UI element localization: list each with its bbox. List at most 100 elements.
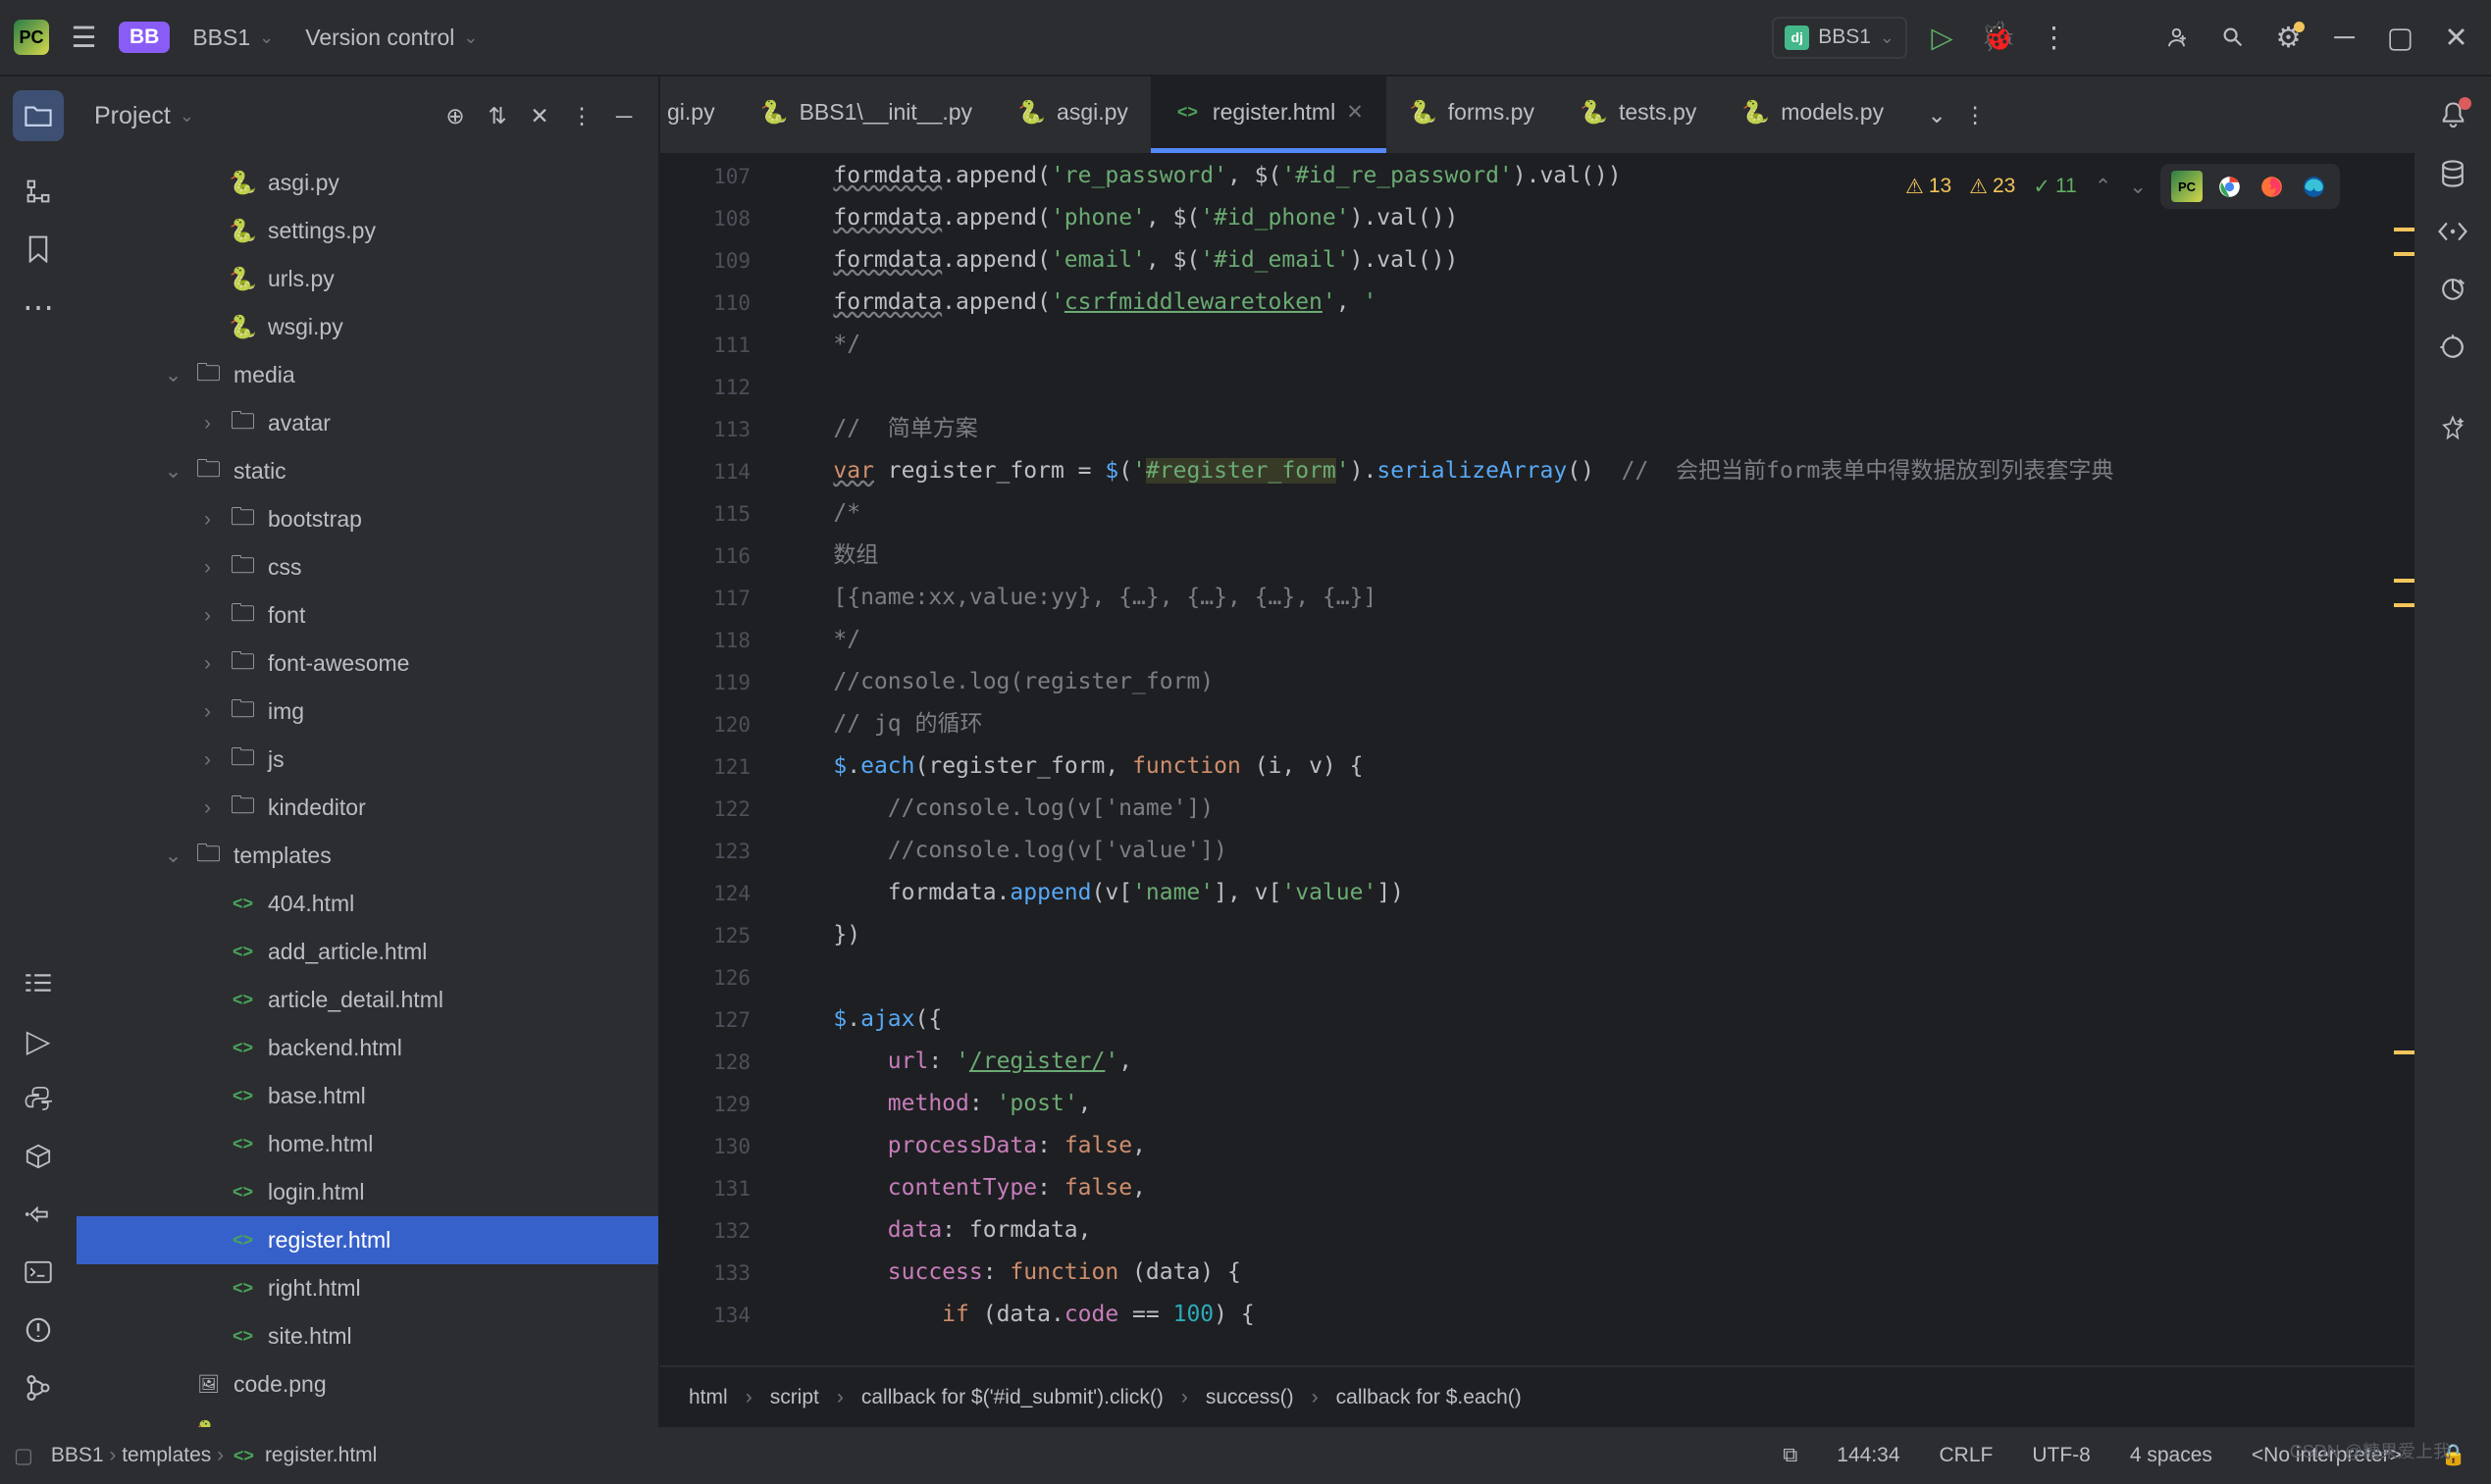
tree-node[interactable]: asgi.py: [77, 159, 658, 207]
django-icon: dj: [1785, 26, 1809, 50]
right-toolbar: [2414, 77, 2491, 1427]
tree-node[interactable]: add_article.html: [77, 928, 658, 976]
expand-icon[interactable]: ⇅: [481, 99, 514, 132]
tree-node[interactable]: register.html: [77, 1216, 658, 1264]
tree-node[interactable]: ›🗀img: [77, 688, 658, 736]
tree-node[interactable]: ⌄🗀static: [77, 447, 658, 495]
run-button[interactable]: ▷: [1921, 17, 1963, 59]
interpreter-selector[interactable]: <No interpreter>: [2241, 1440, 2413, 1471]
chrome-icon[interactable]: [2213, 171, 2245, 202]
terminal-tool-button[interactable]: [13, 1247, 64, 1298]
code-with-me-icon[interactable]: [2155, 17, 2198, 59]
todo-tool-button[interactable]: [13, 957, 64, 1008]
tree-node[interactable]: backend.html: [77, 1024, 658, 1072]
editor-tab[interactable]: register.html✕: [1151, 77, 1386, 153]
tree-node[interactable]: urls.py: [77, 255, 658, 303]
chevron-down-icon: ⌄: [1880, 27, 1894, 48]
project-selector[interactable]: BBS1⌄: [183, 18, 283, 58]
indent-setting[interactable]: 4 spaces: [2119, 1440, 2223, 1471]
tree-node[interactable]: right.html: [77, 1264, 658, 1312]
tree-node[interactable]: login.html: [77, 1168, 658, 1216]
line-separator[interactable]: CRLF: [1929, 1440, 2004, 1471]
tree-node[interactable]: base.html: [77, 1072, 658, 1120]
tree-node[interactable]: 404.html: [77, 880, 658, 928]
edge-icon[interactable]: [2298, 171, 2329, 202]
close-tab-icon[interactable]: ✕: [1346, 100, 1364, 125]
close-pane-icon[interactable]: ✕: [523, 99, 556, 132]
tree-node[interactable]: ›🗀bootstrap: [77, 495, 658, 543]
locate-icon[interactable]: ⊕: [439, 99, 472, 132]
notifications-tool-button[interactable]: [2427, 90, 2478, 141]
minimize-pane-icon[interactable]: ─: [607, 99, 641, 132]
python-console-tool-button[interactable]: [13, 1073, 64, 1124]
hamburger-icon[interactable]: ☰: [63, 17, 105, 59]
titlebar: PC ☰ BB BBS1⌄ Version control⌄ dj BBS1 ⌄…: [0, 0, 2491, 77]
editor-tab[interactable]: tests.py: [1557, 77, 1719, 153]
editor-tab[interactable]: asgi.py: [995, 77, 1151, 153]
tab-more-icon[interactable]: ⋮: [1958, 98, 1992, 131]
tree-node[interactable]: settings.py: [77, 207, 658, 255]
services-tool-button[interactable]: [13, 1189, 64, 1240]
editor-breadcrumb[interactable]: html›script›callback for $('#id_submit')…: [660, 1365, 2414, 1427]
tree-node[interactable]: home.html: [77, 1120, 658, 1168]
problems-tool-button[interactable]: [13, 1305, 64, 1356]
tab-list-icon[interactable]: ⌄: [1920, 98, 1953, 131]
tree-node[interactable]: ›🗀font-awesome: [77, 640, 658, 688]
tree-node[interactable]: manage.py: [77, 1408, 658, 1427]
tree-node[interactable]: article_detail.html: [77, 976, 658, 1024]
database-tool-button[interactable]: [2427, 148, 2478, 199]
gutter: 1071081091101111121131141151161171181191…: [660, 155, 779, 1365]
search-icon[interactable]: [2211, 17, 2254, 59]
editor-tab[interactable]: models.py: [1719, 77, 1906, 153]
file-encoding[interactable]: UTF-8: [2021, 1440, 2102, 1471]
packages-tool-button[interactable]: [13, 1131, 64, 1182]
firefox-icon[interactable]: [2256, 171, 2287, 202]
more-actions-icon[interactable]: ⋮: [2033, 17, 2075, 59]
tree-node[interactable]: ⌄🗀templates: [77, 832, 658, 880]
readonly-icon[interactable]: 🔒: [2430, 1440, 2477, 1471]
editor-tab[interactable]: forms.py: [1386, 77, 1557, 153]
statusbar-path[interactable]: BBS1 › templates › register.html: [51, 1442, 377, 1470]
tree-node[interactable]: ⌄🗀media: [77, 351, 658, 399]
next-highlight-icon[interactable]: ⌄: [2129, 175, 2147, 199]
vcs-menu[interactable]: Version control⌄: [296, 18, 487, 58]
tree-node[interactable]: ›🗀css: [77, 543, 658, 591]
tree-node[interactable]: ›🗀js: [77, 736, 658, 784]
bookmarks-tool-button[interactable]: [13, 224, 64, 275]
editor-tab[interactable]: gi.py: [660, 77, 738, 153]
tree-node[interactable]: ›🗀kindeditor: [77, 784, 658, 832]
maximize-button[interactable]: ▢: [2379, 17, 2421, 59]
structure-tool-button[interactable]: [13, 166, 64, 217]
builtin-preview-icon[interactable]: PC: [2171, 171, 2203, 202]
code-area[interactable]: 1071081091101111121131141151161171181191…: [660, 155, 2414, 1365]
more-tools-icon[interactable]: ⋯: [13, 281, 64, 333]
run-tool-button[interactable]: ▷: [13, 1015, 64, 1066]
debug-button[interactable]: 🐞: [1977, 17, 2019, 59]
tree-node[interactable]: site.html: [77, 1312, 658, 1360]
caret-position[interactable]: 144:34: [1826, 1440, 1910, 1471]
prev-highlight-icon[interactable]: ⌃: [2095, 175, 2112, 199]
coverage-tool-button[interactable]: [2427, 322, 2478, 373]
tree-node[interactable]: 🖼code.png: [77, 1360, 658, 1408]
minimize-button[interactable]: ─: [2323, 17, 2365, 59]
vcs-tool-button[interactable]: [13, 1362, 64, 1413]
nav-icon[interactable]: ▢: [14, 1444, 33, 1468]
minimap[interactable]: [2388, 155, 2414, 1365]
close-button[interactable]: ✕: [2435, 17, 2477, 59]
project-tool-button[interactable]: [13, 90, 64, 141]
tree-node[interactable]: ›🗀font: [77, 591, 658, 640]
run-config-selector[interactable]: dj BBS1 ⌄: [1772, 17, 1907, 59]
editor-tab[interactable]: BBS1\__init__.py: [738, 77, 995, 153]
more-pane-icon[interactable]: ⋮: [565, 99, 598, 132]
background-tasks-icon[interactable]: ⧉: [1772, 1440, 1808, 1471]
analytics-tool-button[interactable]: [2427, 264, 2478, 315]
code[interactable]: formdata.append('re_password', $('#id_re…: [779, 155, 2414, 1365]
tree-node[interactable]: wsgi.py: [77, 303, 658, 351]
ai-tool-button[interactable]: [2427, 402, 2478, 453]
inspections[interactable]: ⚠13 ⚠23 ✓11 ⌃ ⌄: [1905, 175, 2147, 199]
settings-icon[interactable]: ⚙: [2267, 17, 2309, 59]
chevron-down-icon[interactable]: ⌄: [180, 106, 194, 127]
tree-node[interactable]: ›🗀avatar: [77, 399, 658, 447]
scibundle-tool-button[interactable]: [2427, 206, 2478, 257]
project-tree[interactable]: asgi.pysettings.pyurls.pywsgi.py⌄🗀media›…: [77, 155, 658, 1427]
